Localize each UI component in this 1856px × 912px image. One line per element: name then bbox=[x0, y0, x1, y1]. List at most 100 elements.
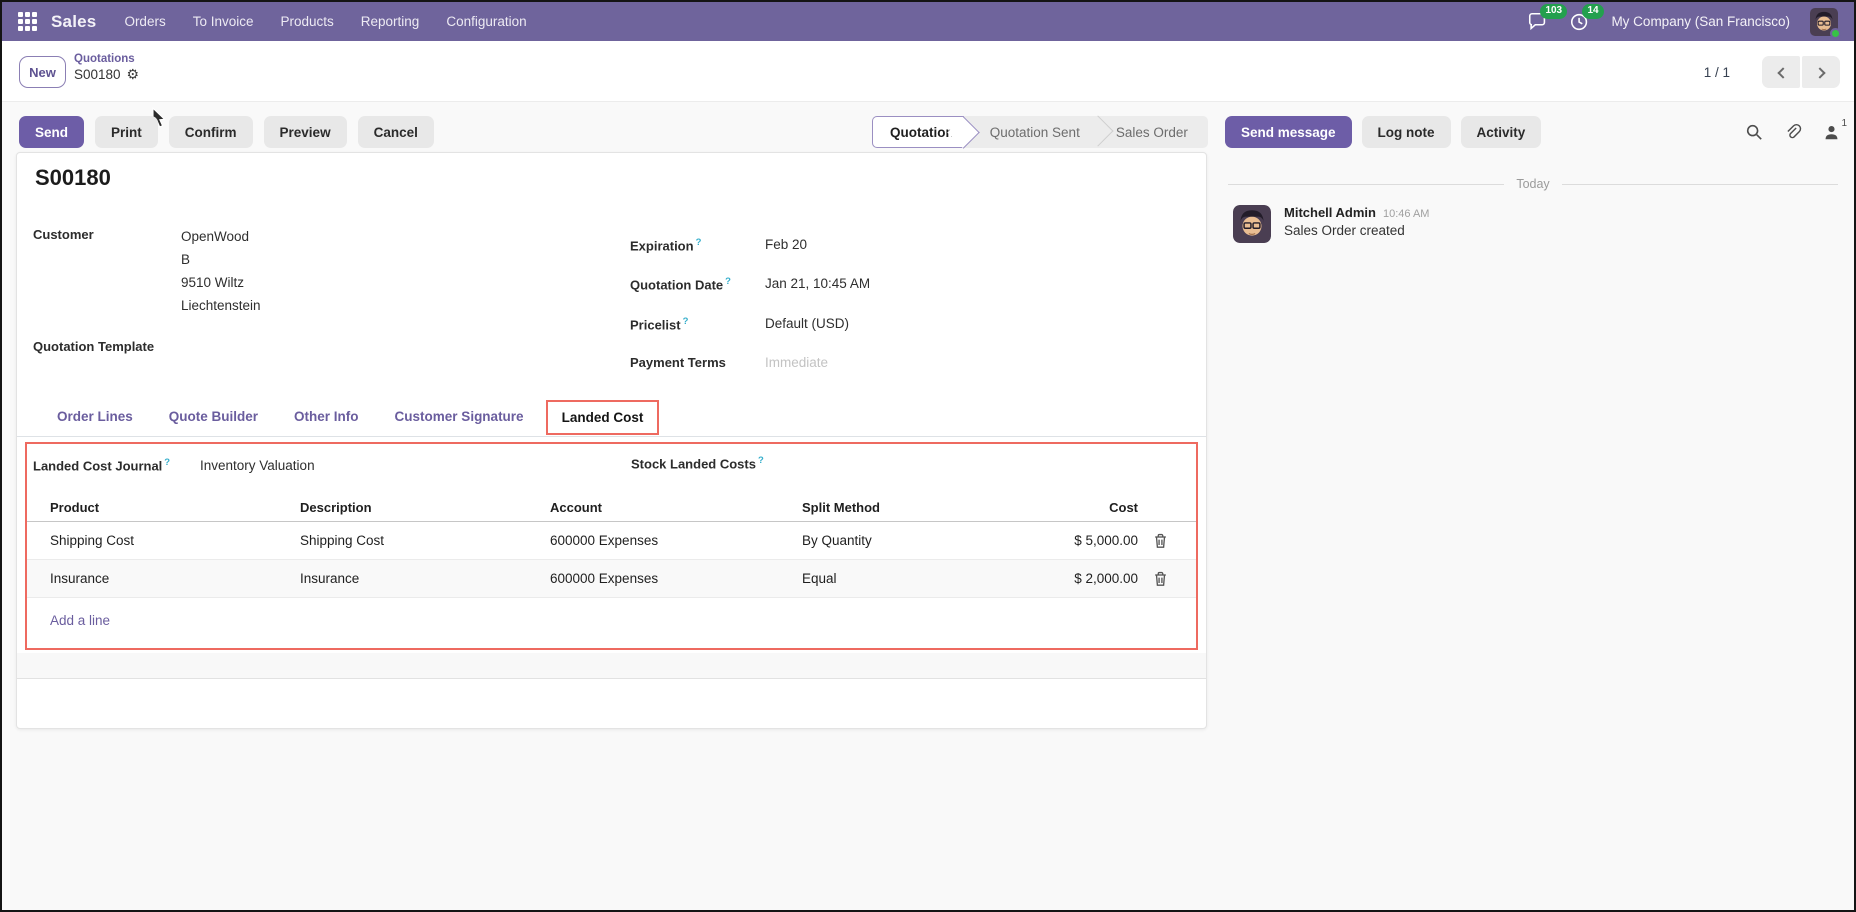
breadcrumb: Quotations S00180 ⚙ bbox=[74, 52, 139, 84]
print-button[interactable]: Print bbox=[95, 116, 158, 148]
form-sheet: S00180 Customer OpenWood B 9510 Wiltz Li… bbox=[16, 152, 1207, 729]
menu-configuration[interactable]: Configuration bbox=[446, 14, 526, 29]
breadcrumb-quotations[interactable]: Quotations bbox=[74, 52, 139, 66]
menu-to-invoice[interactable]: To Invoice bbox=[193, 14, 254, 29]
send-message-button[interactable]: Send message bbox=[1225, 116, 1352, 148]
help-icon[interactable]: ? bbox=[758, 455, 764, 466]
landed-costs-table: Product Description Account Split Method… bbox=[27, 494, 1196, 598]
messages-badge: 103 bbox=[1540, 4, 1567, 19]
cell-product[interactable]: Insurance bbox=[50, 571, 300, 586]
sheet-footer-strip bbox=[17, 653, 1206, 679]
add-a-line-link[interactable]: Add a line bbox=[50, 613, 110, 628]
cell-cost[interactable]: $ 2,000.00 bbox=[1022, 571, 1138, 586]
header-product[interactable]: Product bbox=[50, 500, 300, 515]
tab-landed-cost[interactable]: Landed Cost bbox=[546, 400, 660, 435]
date-divider-label: Today bbox=[1516, 177, 1549, 191]
delete-row-icon[interactable] bbox=[1153, 533, 1168, 549]
confirm-button[interactable]: Confirm bbox=[169, 116, 253, 148]
table-row[interactable]: Insurance Insurance 600000 Expenses Equa… bbox=[27, 560, 1196, 598]
message-text: Sales Order created bbox=[1284, 223, 1429, 238]
customer-label: Customer bbox=[33, 227, 94, 242]
help-icon[interactable]: ? bbox=[164, 457, 170, 468]
messages-icon[interactable]: 103 bbox=[1527, 11, 1549, 33]
message-author[interactable]: Mitchell Admin bbox=[1284, 205, 1376, 220]
send-button[interactable]: Send bbox=[19, 116, 84, 148]
chevron-right-icon bbox=[1814, 67, 1825, 78]
tab-other-info[interactable]: Other Info bbox=[280, 401, 373, 432]
preview-button[interactable]: Preview bbox=[264, 116, 347, 148]
status-step-quotation[interactable]: Quotation bbox=[872, 116, 964, 148]
pager-previous-button[interactable] bbox=[1762, 56, 1800, 88]
status-step-sales-order[interactable]: Sales Order bbox=[1096, 116, 1208, 148]
document-action-buttons: Send Print Confirm Preview Cancel bbox=[19, 116, 434, 148]
followers-icon[interactable]: 1 bbox=[1823, 124, 1840, 141]
menu-products[interactable]: Products bbox=[281, 14, 334, 29]
stock-landed-costs-label: Stock Landed Costs? bbox=[631, 455, 764, 471]
menu-reporting[interactable]: Reporting bbox=[361, 14, 420, 29]
log-note-button[interactable]: Log note bbox=[1362, 116, 1451, 148]
status-step-quotation-sent[interactable]: Quotation Sent bbox=[964, 116, 1100, 148]
cell-account[interactable]: 600000 Expenses bbox=[550, 533, 802, 548]
tab-quote-builder[interactable]: Quote Builder bbox=[155, 401, 272, 432]
cell-split-method[interactable]: Equal bbox=[802, 571, 1022, 586]
cell-split-method[interactable]: By Quantity bbox=[802, 533, 1022, 548]
chatter-toolbar: Send message Log note Activity 1 bbox=[1225, 116, 1840, 148]
notebook-tabs: Order Lines Quote Builder Other Info Cus… bbox=[17, 396, 1206, 437]
app-name[interactable]: Sales bbox=[51, 12, 96, 32]
breadcrumb-current: S00180 bbox=[74, 67, 121, 84]
tab-order-lines[interactable]: Order Lines bbox=[43, 401, 147, 432]
payment-terms-label: Payment Terms bbox=[630, 355, 765, 370]
pager-buttons bbox=[1762, 56, 1840, 88]
record-title: S00180 bbox=[35, 165, 111, 191]
date-divider: Today bbox=[1228, 177, 1838, 191]
pager-next-button[interactable] bbox=[1802, 56, 1840, 88]
control-panel: New Quotations S00180 ⚙ 1 / 1 bbox=[2, 41, 1854, 102]
expiration-value[interactable]: Feb 20 bbox=[765, 237, 807, 253]
gear-icon[interactable]: ⚙ bbox=[127, 66, 140, 84]
main-menu: Orders To Invoice Products Reporting Con… bbox=[124, 14, 526, 29]
header-description[interactable]: Description bbox=[300, 500, 550, 515]
customer-name[interactable]: OpenWood bbox=[181, 225, 261, 248]
activities-badge: 14 bbox=[1582, 4, 1603, 19]
customer-address-line3: Liechtenstein bbox=[181, 294, 261, 317]
header-account[interactable]: Account bbox=[550, 500, 802, 515]
delete-row-icon[interactable] bbox=[1153, 571, 1168, 587]
customer-address-line1: B bbox=[181, 248, 261, 271]
table-row[interactable]: Shipping Cost Shipping Cost 600000 Expen… bbox=[27, 522, 1196, 560]
new-button[interactable]: New bbox=[19, 56, 66, 88]
expiration-label: Expiration? bbox=[630, 237, 765, 253]
apps-grid-icon[interactable] bbox=[18, 12, 37, 31]
help-icon[interactable]: ? bbox=[725, 276, 731, 287]
landed-cost-journal-value[interactable]: Inventory Valuation bbox=[200, 458, 315, 473]
user-avatar[interactable] bbox=[1810, 8, 1838, 36]
help-icon[interactable]: ? bbox=[696, 237, 702, 248]
header-split-method[interactable]: Split Method bbox=[802, 500, 1022, 515]
payment-terms-value[interactable]: Immediate bbox=[765, 355, 828, 370]
attachment-icon[interactable] bbox=[1784, 123, 1802, 141]
quotation-date-value[interactable]: Jan 21, 10:45 AM bbox=[765, 276, 870, 292]
chevron-left-icon bbox=[1777, 67, 1788, 78]
followers-count: 1 bbox=[1841, 118, 1847, 129]
search-messages-icon[interactable] bbox=[1745, 123, 1763, 141]
cancel-button[interactable]: Cancel bbox=[358, 116, 434, 148]
message-time: 10:46 AM bbox=[1383, 208, 1429, 220]
help-icon[interactable]: ? bbox=[683, 316, 689, 327]
company-switcher[interactable]: My Company (San Francisco) bbox=[1611, 14, 1790, 29]
cell-description[interactable]: Shipping Cost bbox=[300, 533, 550, 548]
cell-cost[interactable]: $ 5,000.00 bbox=[1022, 533, 1138, 548]
header-cost[interactable]: Cost bbox=[1022, 500, 1138, 515]
tab-customer-signature[interactable]: Customer Signature bbox=[381, 401, 538, 432]
pricelist-value[interactable]: Default (USD) bbox=[765, 316, 849, 332]
message-author-avatar[interactable] bbox=[1233, 205, 1271, 243]
chatter-message: Mitchell Admin 10:46 AM Sales Order crea… bbox=[1233, 205, 1429, 243]
quotation-date-label: Quotation Date? bbox=[630, 276, 765, 292]
cell-product[interactable]: Shipping Cost bbox=[50, 533, 300, 548]
cell-description[interactable]: Insurance bbox=[300, 571, 550, 586]
customer-field[interactable]: OpenWood B 9510 Wiltz Liechtenstein bbox=[181, 225, 261, 317]
landed-cost-highlight-box: Landed Cost Journal? Inventory Valuation… bbox=[25, 442, 1198, 650]
menu-orders[interactable]: Orders bbox=[124, 14, 165, 29]
systray: 103 14 My Company (San Francisco) bbox=[1527, 8, 1838, 36]
activities-icon[interactable]: 14 bbox=[1569, 11, 1591, 33]
cell-account[interactable]: 600000 Expenses bbox=[550, 571, 802, 586]
activity-button[interactable]: Activity bbox=[1461, 116, 1542, 148]
